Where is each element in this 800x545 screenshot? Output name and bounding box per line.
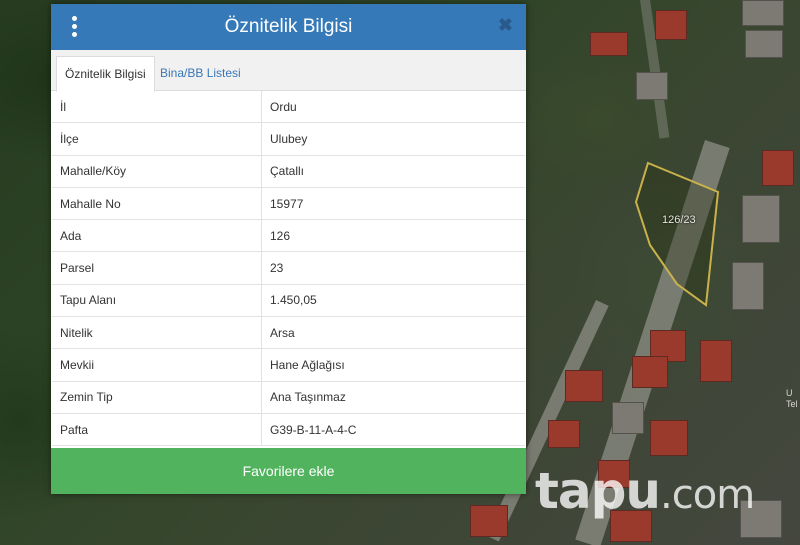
watermark-suffix: .com [660, 472, 755, 518]
attribute-key: Nitelik [52, 316, 262, 350]
attribute-key: Mahalle No [52, 187, 262, 221]
table-row: İlçe Ulubey [52, 122, 525, 156]
table-row: Mahalle No 15977 [52, 187, 525, 221]
table-row: Pafta G39-B-11-A-4-C [52, 413, 525, 447]
attribute-value: Çatallı [261, 155, 525, 188]
table-row: Nitelik Arsa [52, 316, 525, 350]
attribute-key: İlçe [52, 122, 262, 156]
table-row: İl Ordu [52, 91, 525, 124]
map-edge-text-line: Tel [786, 399, 798, 409]
attribute-key: Parsel [52, 251, 262, 285]
tab-bar: Öznitelik Bilgisi Bina/BB Listesi [51, 50, 526, 92]
attribute-key: İl [52, 91, 262, 124]
attribute-key: Pafta [52, 413, 262, 447]
map-edge-text-line: U [786, 388, 793, 398]
attribute-key: Ada [52, 219, 262, 253]
attribute-value: Ordu [261, 91, 525, 124]
table-row: Mevkii Hane Ağlağısı [52, 348, 525, 382]
attribute-key: Tapu Alanı [52, 284, 262, 318]
watermark-main: tapu [535, 462, 661, 520]
attribute-key: Mahalle/Köy [52, 155, 262, 188]
table-row: Zemin Tip Ana Taşınmaz [52, 381, 525, 414]
attribute-value: 126 [261, 219, 525, 253]
attribute-value: 1.450,05 [261, 284, 525, 318]
table-row: Tapu Alanı 1.450,05 [52, 284, 525, 318]
close-icon[interactable]: ✖ [498, 15, 513, 35]
attribute-table: İl Ordu İlçe Ulubey Mahalle/Köy Çatallı Mahall… [52, 91, 525, 447]
tapu-watermark-logo: tapu.com [535, 462, 755, 520]
attribute-value: G39-B-11-A-4-C [261, 413, 525, 447]
attribute-value: Arsa [261, 316, 525, 350]
parcel-label: 126/23 [662, 214, 696, 226]
table-row: Ada 126 [52, 219, 525, 253]
attribute-info-dialog: Öznitelik Bilgisi ✖ Öznitelik Bilgisi Bi… [51, 4, 526, 494]
dialog-title: Öznitelik Bilgisi [224, 16, 353, 37]
table-row: Mahalle/Köy Çatallı [52, 155, 525, 188]
table-row: Parsel 23 [52, 251, 525, 285]
attribute-key: Mevkii [52, 348, 262, 382]
attribute-value: Hane Ağlağısı [261, 348, 525, 382]
add-to-favorites-button[interactable]: Favorilere ekle [51, 448, 526, 494]
parcel-polygon [634, 161, 720, 307]
attribute-value: Ana Taşınmaz [261, 381, 525, 414]
tab-attribute-info[interactable]: Öznitelik Bilgisi [56, 56, 155, 92]
attribute-value: Ulubey [261, 122, 525, 156]
map-edge-text: U Tel [786, 388, 798, 410]
dialog-header: Öznitelik Bilgisi ✖ [51, 4, 526, 50]
attribute-key: Zemin Tip [52, 381, 262, 414]
attribute-value: 23 [261, 251, 525, 285]
attribute-value: 15977 [261, 187, 525, 221]
tab-building-list[interactable]: Bina/BB Listesi [152, 56, 249, 90]
